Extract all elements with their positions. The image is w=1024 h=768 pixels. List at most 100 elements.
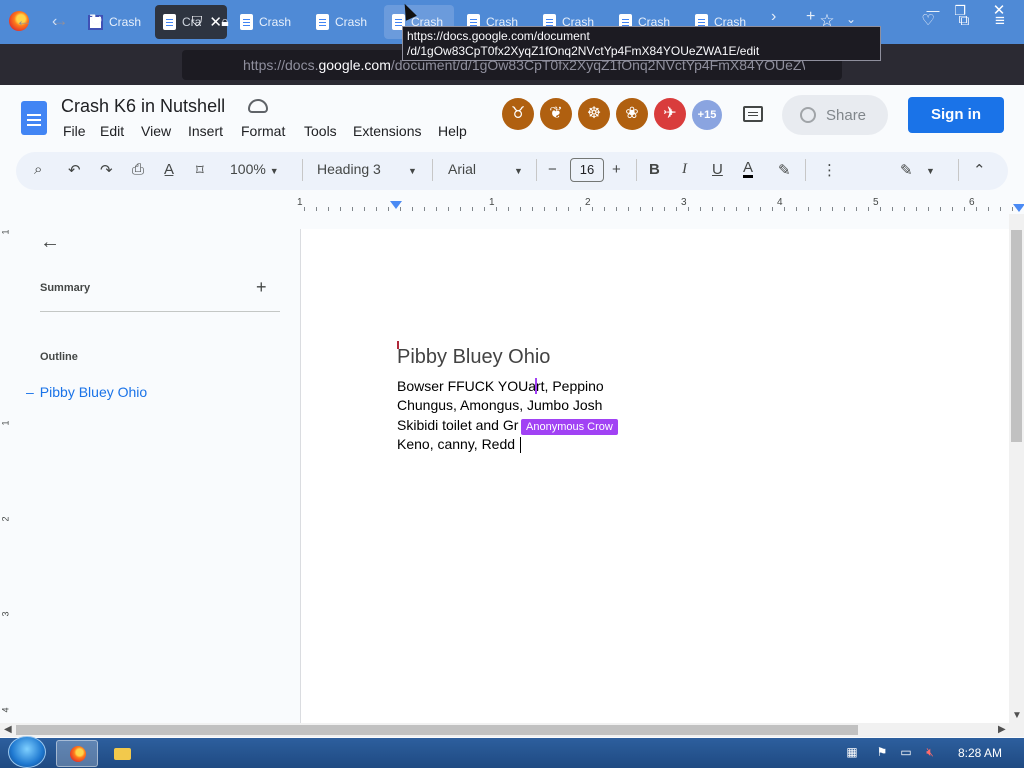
menu-edit[interactable]: Edit [100,123,124,139]
google-docs-logo-icon[interactable] [21,101,47,135]
menu-format[interactable]: Format [241,123,285,139]
toolbar-divider [805,159,806,181]
tab-scroll-right-icon[interactable]: › [771,8,776,26]
new-tab-icon[interactable]: + [806,8,815,26]
horizontal-scrollbar-thumb[interactable] [16,725,858,735]
highlight-color-icon[interactable]: ✎ [778,161,791,179]
editing-mode-icon[interactable]: ✎ [900,161,913,179]
share-button[interactable]: Share [782,95,888,135]
document-line[interactable]: Skibidi toilet and Gr [397,417,518,433]
italic-icon[interactable]: I [682,161,687,178]
zoom-select[interactable]: 100% ▼ [230,161,279,177]
chevron-down-icon[interactable]: ▼ [514,166,523,176]
document-page[interactable] [300,229,1009,723]
browser-tab[interactable]: Crash [232,5,304,39]
ruler-tick [364,207,365,211]
toolbar-divider [302,159,303,181]
volume-muted-icon[interactable]: 🔇︎ [922,745,938,759]
network-tray-icon[interactable]: ▦ [844,745,860,759]
font-size-input[interactable]: 16 [570,158,604,182]
ruler-label: 2 [585,197,591,208]
document-heading[interactable]: Pibby Bluey Ohio [397,346,550,369]
sign-in-button[interactable]: Sign in [908,97,1004,133]
scroll-down-icon[interactable]: ▼ [1012,710,1022,721]
taskbar-clock[interactable]: 8:28 AM [958,746,1002,760]
vertical-ruler[interactable]: 1 1 2 3 4 [0,213,14,723]
close-outline-icon[interactable]: ← [40,231,60,254]
ruler-tick [484,207,485,211]
print-icon[interactable]: ⎙ [132,161,144,178]
ruler-tick [1012,207,1013,211]
increase-font-size-icon[interactable]: + [612,161,621,178]
chevron-down-icon[interactable]: ▼ [926,166,935,176]
ruler-tick [472,207,473,211]
ruler-tick [652,207,653,211]
display-tray-icon[interactable]: ▭ [898,745,914,759]
scroll-right-icon[interactable]: ▶ [998,724,1006,735]
action-center-flag-icon[interactable]: ⚑ [874,745,890,759]
forward-icon[interactable]: → [50,11,70,31]
document-line[interactable]: Keno, canny, Redd [397,436,515,452]
extensions-icon[interactable]: ⧉ [954,11,974,31]
pocket-icon[interactable]: ♡ [918,11,938,31]
start-button-icon[interactable] [8,736,46,768]
document-line[interactable]: Chungus, Amongus, Jumbo Josh [397,397,602,413]
menu-help[interactable]: Help [438,123,467,139]
bold-icon[interactable]: B [649,161,660,178]
back-icon[interactable]: ← [14,11,34,31]
reload-icon[interactable]: ↻ [86,11,106,31]
decrease-font-size-icon[interactable]: − [548,161,557,178]
document-line[interactable]: Bowser FFUCK YOUart, Peppino [397,378,604,394]
tracking-shield-icon[interactable]: ⛉ [187,11,207,31]
redo-icon[interactable]: ↷ [100,161,113,179]
taskbar-firefox-icon[interactable] [56,740,98,767]
paint-format-icon[interactable]: ⌑ [196,161,204,179]
chevron-down-icon[interactable]: ▼ [408,166,417,176]
menu-insert[interactable]: Insert [188,123,223,139]
outline-item[interactable]: Pibby Bluey Ohio [26,384,147,400]
app-menu-icon[interactable]: ≡ [990,11,1010,31]
toolbar-divider [958,159,959,181]
elephant-icon[interactable]: ❦ [540,98,572,130]
dog-icon[interactable]: ❀ [616,98,648,130]
menu-tools[interactable]: Tools [304,123,337,139]
vertical-scrollbar-thumb[interactable] [1011,230,1022,442]
more-collaborators-badge[interactable]: +15 [692,100,722,130]
document-title[interactable]: Crash K6 in Nutshell [61,96,225,117]
ruler-label: 4 [0,707,11,713]
add-summary-icon[interactable]: + [256,277,267,298]
ruler-label: 2 [0,516,11,522]
list-all-tabs-icon[interactable]: ⌄ [846,12,856,26]
airplane-icon[interactable]: ✈︎ [654,98,686,130]
text-color-icon[interactable]: A [743,160,754,178]
comment-history-icon[interactable] [743,106,763,122]
ruler-tick [340,207,341,211]
bull-icon[interactable]: ♉︎ [502,98,534,130]
url-prefix: https://docs. [243,57,319,73]
menu-view[interactable]: View [141,123,171,139]
more-options-icon[interactable]: ⋮ [822,161,837,179]
cloud-saved-icon[interactable] [248,99,268,113]
ruler-label: 3 [0,611,11,617]
taskbar-explorer-icon[interactable] [108,740,138,767]
hide-menus-icon[interactable]: ⌃ [973,161,986,179]
menu-extensions[interactable]: Extensions [353,123,421,139]
ruler-tick [868,207,869,211]
ruler-tick [304,207,305,211]
horizontal-ruler[interactable]: 1 1 2 3 4 5 6 [297,197,1024,213]
underline-icon[interactable]: U [712,161,723,178]
search-menus-icon[interactable]: ⌕ [34,161,42,178]
scroll-left-icon[interactable]: ◀ [4,724,12,735]
menu-file[interactable]: File [63,123,86,139]
spellcheck-icon[interactable]: A̲ [164,161,174,178]
ruler-tick [748,207,749,211]
paragraph-style-select[interactable]: Heading 3 [317,161,381,177]
tiger-icon[interactable]: ☸︎ [578,98,610,130]
ruler-tick [496,207,497,211]
undo-icon[interactable]: ↶ [68,161,81,179]
browser-tab[interactable]: Crash [308,5,380,39]
font-select[interactable]: Arial [448,161,476,177]
toolbar-divider [636,159,637,181]
toolbar-divider [432,159,433,181]
lock-icon[interactable]: 🔒︎ [215,11,235,31]
